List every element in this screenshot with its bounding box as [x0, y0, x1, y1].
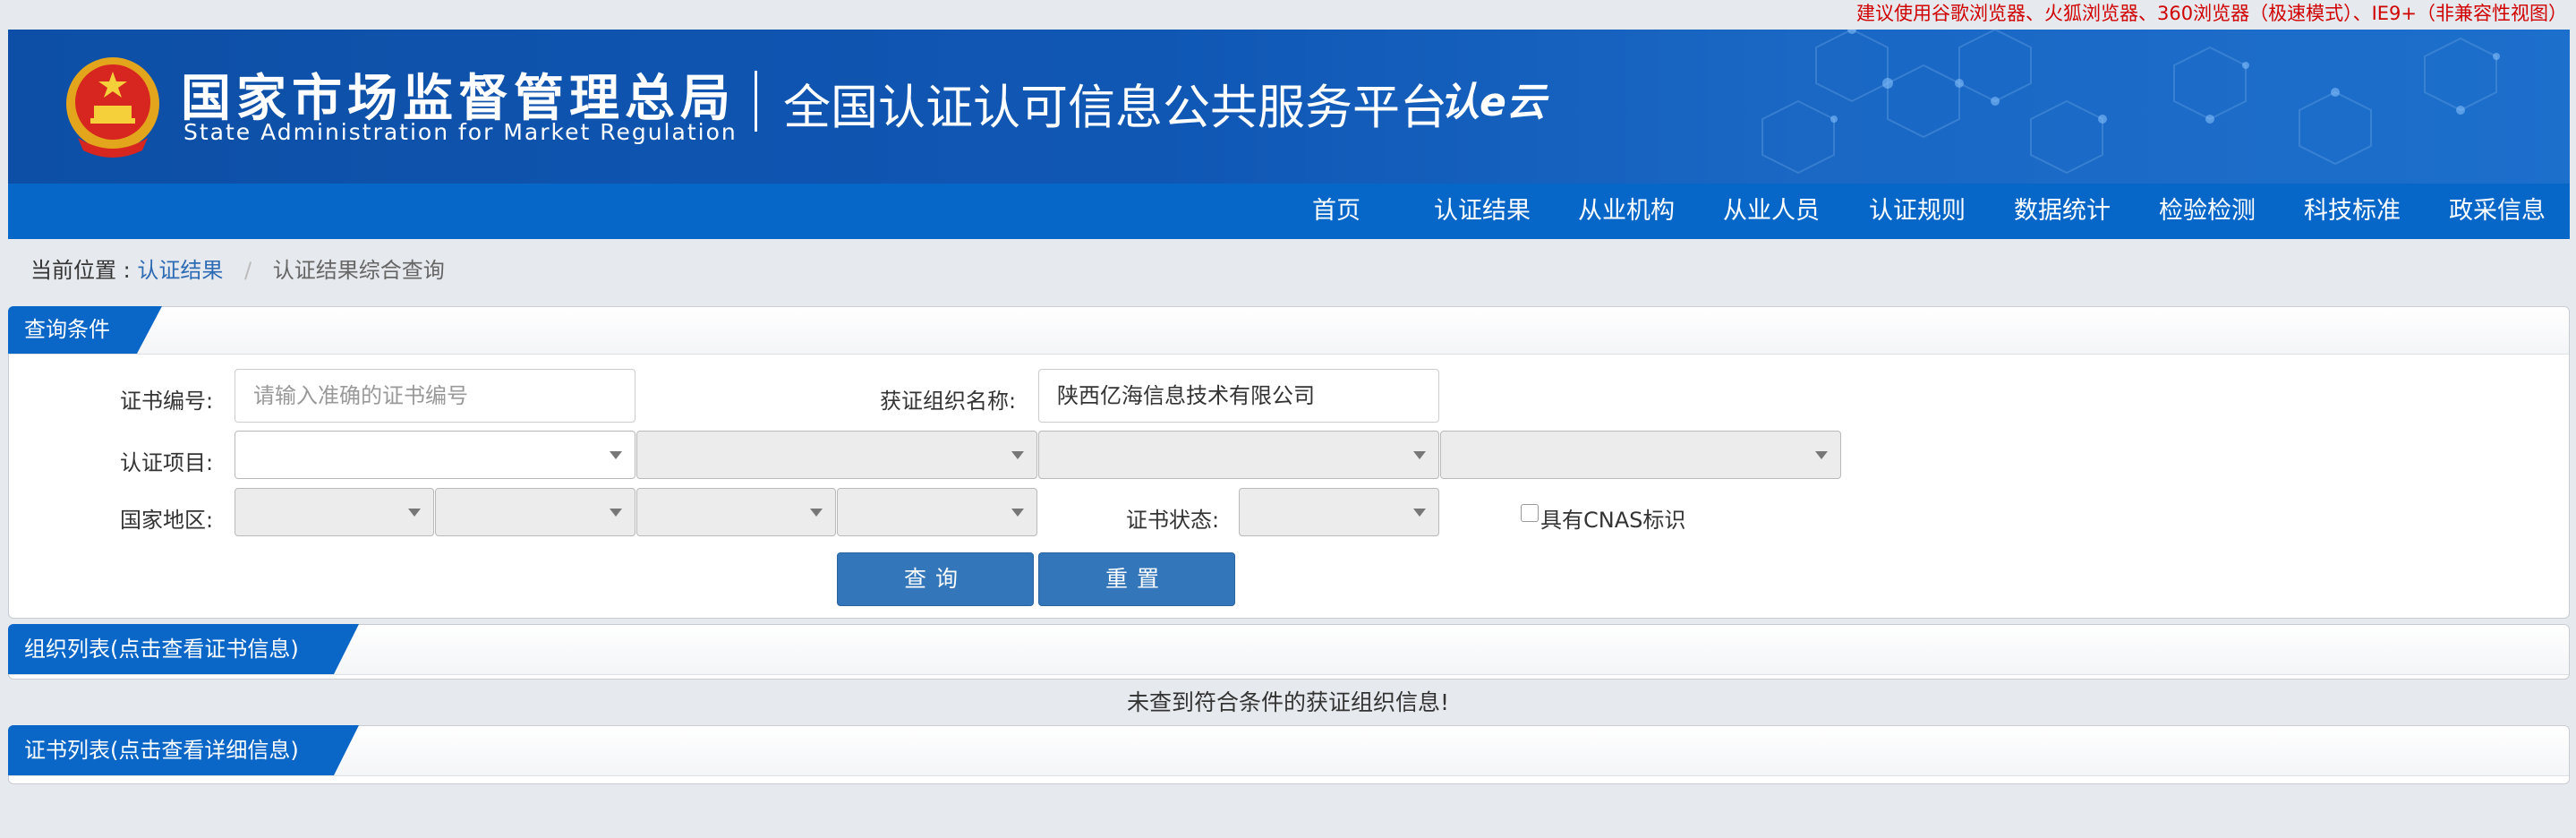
cert-list-panel-header: 证书列表(点击查看详细信息)	[9, 726, 2569, 776]
reset-button[interactable]: 重置	[1038, 552, 1235, 606]
nav-item-home[interactable]: 首页	[1312, 184, 1361, 239]
region-select-4[interactable]	[837, 488, 1037, 536]
chevron-down-icon	[1815, 451, 1828, 459]
org-list-panel-title: 组织列表(点击查看证书信息)	[8, 624, 359, 674]
org-list-panel: 组织列表(点击查看证书信息)	[8, 624, 2570, 680]
cnas-checkbox[interactable]	[1521, 504, 1539, 522]
main-nav: 首页 认证结果 从业机构 从业人员 认证规则 数据统计 检验检测 科技标准 政采…	[8, 184, 2570, 239]
nav-item-cert-results[interactable]: 认证结果	[1434, 184, 1531, 239]
header-divider	[755, 71, 757, 132]
chevron-down-icon	[1413, 509, 1426, 517]
browser-notice: 建议使用谷歌浏览器、火狐浏览器、360浏览器（极速模式）、IE9+（非兼容性视图…	[1856, 3, 2567, 24]
cert-list-panel-title: 证书列表(点击查看详细信息)	[8, 725, 359, 775]
org-list-panel-header: 组织列表(点击查看证书信息)	[9, 625, 2569, 675]
breadcrumb-current: 认证结果综合查询	[272, 258, 445, 283]
breadcrumb-prefix: 当前位置 :	[30, 258, 131, 283]
nav-item-institutions[interactable]: 从业机构	[1578, 184, 1675, 239]
header-banner: 国家市场监督管理总局 State Administration for Mark…	[8, 30, 2570, 184]
hexagon-network-decoration	[1761, 30, 2500, 175]
cert-no-input[interactable]	[235, 369, 635, 423]
region-select-1[interactable]	[235, 488, 434, 536]
org-name-input[interactable]: 陕西亿海信息技术有限公司	[1038, 369, 1439, 423]
cert-list-panel: 证书列表(点击查看详细信息)	[8, 725, 2570, 784]
cert-status-select[interactable]	[1239, 488, 1439, 536]
breadcrumb: 当前位置 : 认证结果 / 认证结果综合查询	[30, 252, 445, 284]
chevron-down-icon	[1413, 451, 1426, 459]
chevron-down-icon	[408, 509, 421, 517]
cnas-label: 具有CNAS标识	[1540, 508, 1686, 533]
nav-item-personnel[interactable]: 从业人员	[1723, 184, 1820, 239]
query-panel-title: 查询条件	[8, 306, 162, 354]
cert-no-label: 证书编号:	[120, 389, 214, 414]
nav-item-cert-rules[interactable]: 认证规则	[1869, 184, 1966, 239]
org-list-empty-message: 未查到符合条件的获证组织信息!	[1126, 689, 1450, 715]
region-select-2[interactable]	[435, 488, 635, 536]
chevron-down-icon	[810, 509, 823, 517]
nav-item-standards[interactable]: 科技标准	[2304, 184, 2401, 239]
org-name-label: 获证组织名称:	[880, 389, 1017, 414]
chevron-down-icon	[610, 451, 622, 459]
nav-item-statistics[interactable]: 数据统计	[2014, 184, 2111, 239]
cert-project-select-3[interactable]	[1038, 431, 1439, 479]
platform-title: 全国认证认可信息公共服务平台	[783, 81, 1447, 135]
breadcrumb-separator: /	[244, 258, 252, 283]
org-name-en: State Administration for Market Regulati…	[183, 119, 738, 145]
nav-item-procurement[interactable]: 政采信息	[2449, 184, 2546, 239]
cert-project-select-1[interactable]	[235, 431, 635, 479]
nav-item-inspection[interactable]: 检验检测	[2159, 184, 2256, 239]
cert-project-select-4[interactable]	[1440, 431, 1841, 479]
cert-status-label: 证书状态:	[1126, 508, 1220, 533]
chevron-down-icon	[610, 509, 622, 517]
query-panel-header: 查询条件	[9, 307, 2569, 355]
cert-project-label: 认证项目:	[120, 450, 214, 475]
national-emblem-icon	[66, 57, 159, 158]
search-button[interactable]: 查询	[837, 552, 1034, 606]
region-label: 国家地区:	[120, 508, 214, 533]
chevron-down-icon	[1011, 451, 1024, 459]
breadcrumb-link-cert-results[interactable]: 认证结果	[137, 258, 223, 283]
chevron-down-icon	[1011, 509, 1024, 517]
cert-project-select-2[interactable]	[636, 431, 1037, 479]
platform-logo: 认e云	[1440, 80, 1546, 125]
region-select-3[interactable]	[636, 488, 836, 536]
